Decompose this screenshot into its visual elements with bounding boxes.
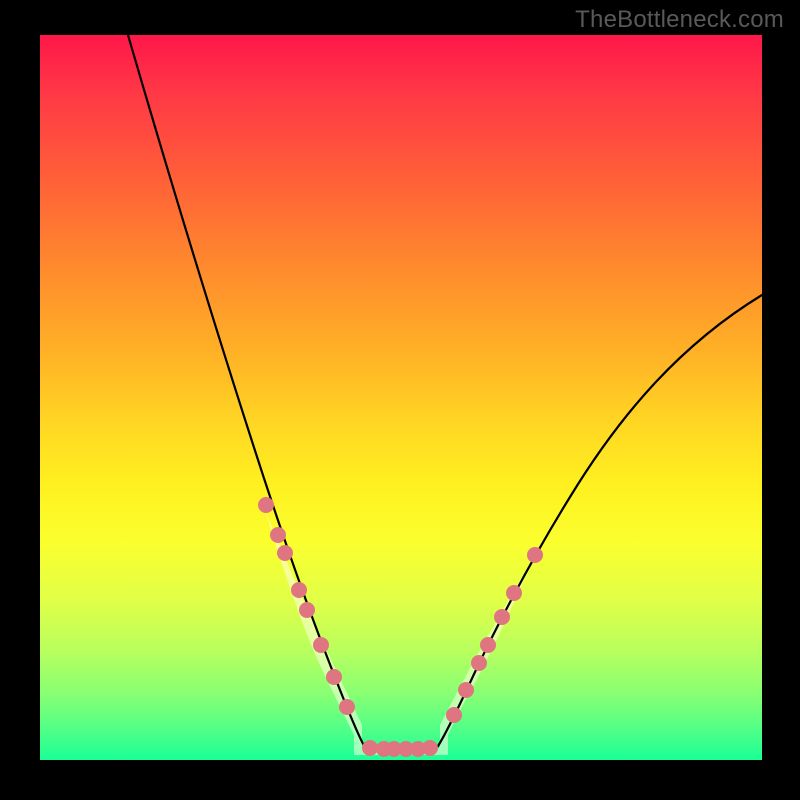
- marker-dot: [258, 497, 274, 513]
- marker-dot: [299, 602, 315, 618]
- marker-dot: [270, 527, 286, 543]
- curve-right: [436, 295, 762, 749]
- watermark-text: TheBottleneck.com: [575, 6, 784, 34]
- marker-dot: [313, 637, 329, 653]
- marker-dot: [506, 585, 522, 601]
- marker-dot: [480, 637, 496, 653]
- marker-dot: [446, 707, 462, 723]
- marker-dot: [326, 669, 342, 685]
- marker-dot: [277, 545, 293, 561]
- chart-container: TheBottleneck.com: [0, 0, 800, 800]
- marker-dot: [339, 699, 355, 715]
- marker-dot: [458, 682, 474, 698]
- chart-svg: [40, 35, 762, 760]
- marker-dot: [422, 740, 438, 756]
- curve-left: [128, 35, 366, 749]
- marker-dot: [494, 609, 510, 625]
- marker-dot: [527, 547, 543, 563]
- plot-area: [40, 35, 762, 760]
- marker-dot: [362, 740, 378, 756]
- marker-dot: [471, 655, 487, 671]
- marker-dot: [291, 582, 307, 598]
